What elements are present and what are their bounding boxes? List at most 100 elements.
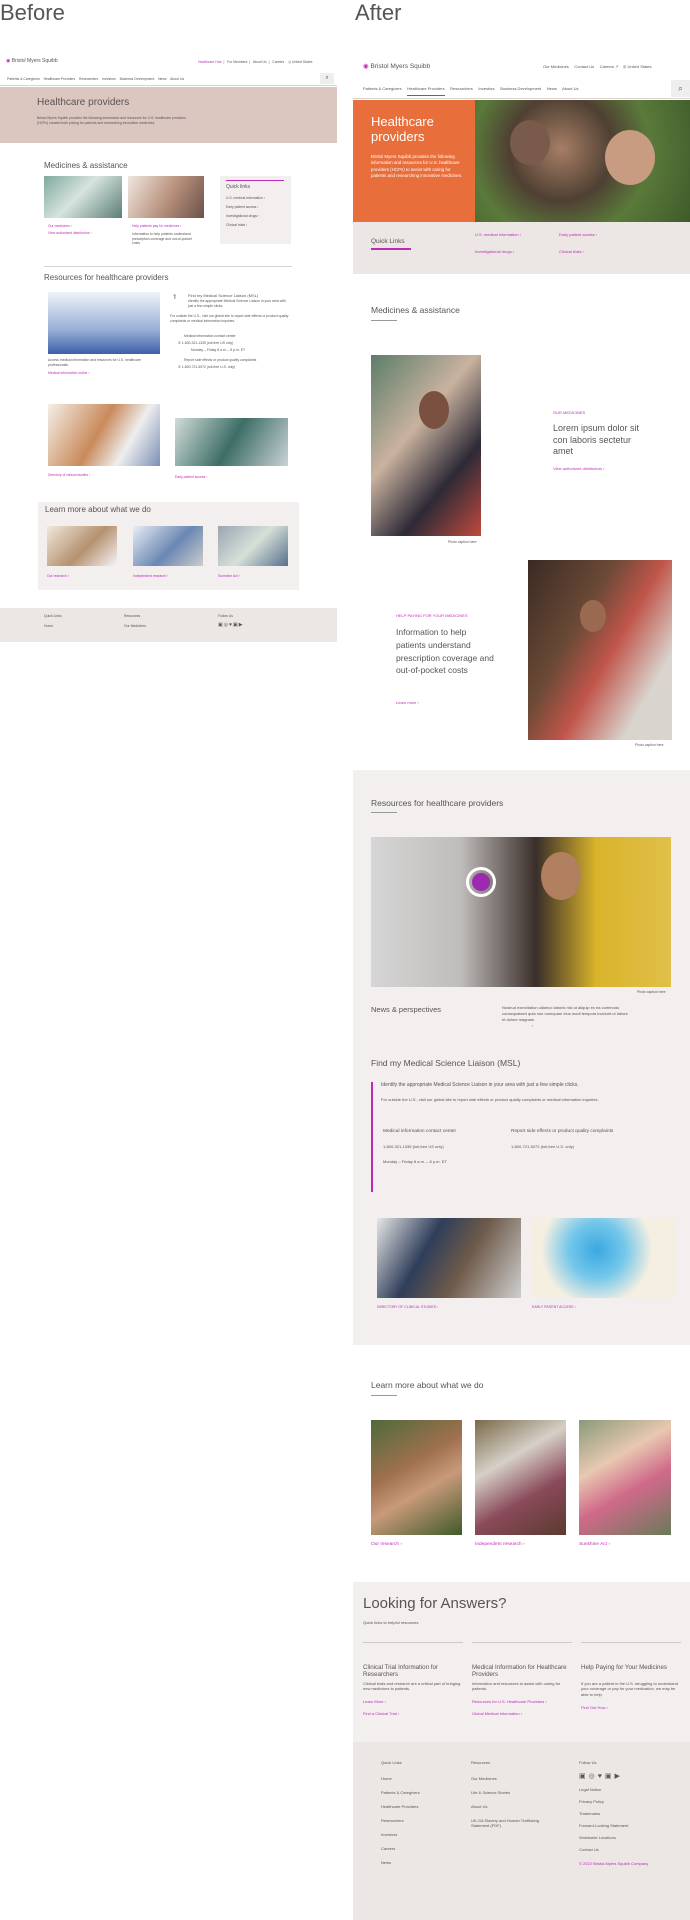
after-util-1[interactable]: Contact Us bbox=[574, 64, 594, 69]
before-util-3[interactable]: Careers bbox=[272, 60, 284, 64]
after-quick-3[interactable]: Clinical trials › bbox=[559, 249, 584, 254]
after-quick-1[interactable]: Early patient access › bbox=[559, 232, 597, 237]
footer-quick-6[interactable]: News bbox=[381, 1860, 391, 1865]
before-quick-0[interactable]: U.S. medical information › bbox=[226, 196, 265, 201]
footer-res-1[interactable]: Life & Science Stories bbox=[471, 1790, 510, 1795]
footer-follow-4[interactable]: Worldwide Locations bbox=[579, 1835, 616, 1840]
phone-icon: ✆ bbox=[178, 341, 181, 345]
answers-1-link-1[interactable]: Global Medical Information › bbox=[472, 1711, 522, 1716]
footer-follow-3[interactable]: Forward-Looking Statement bbox=[579, 1823, 628, 1828]
after-news-text: Nostrud exercitation ullamco laboris nis… bbox=[502, 1005, 628, 1022]
before-early-link[interactable]: Early patient access › bbox=[175, 475, 207, 480]
after-util-2[interactable]: Careers bbox=[600, 64, 614, 69]
after-quick-0[interactable]: U.S. medical information › bbox=[475, 232, 521, 237]
footer-follow-5[interactable]: Contact Us bbox=[579, 1847, 599, 1852]
after-util-3[interactable]: United States bbox=[628, 64, 652, 69]
before-quick-2[interactable]: Investigational drugs › bbox=[226, 214, 259, 219]
external-link-icon: ↗ bbox=[615, 64, 619, 69]
footer-quick-4[interactable]: Investors bbox=[381, 1832, 397, 1837]
before-learn-link-0[interactable]: Our research › bbox=[47, 574, 69, 579]
before-util-4[interactable]: United States bbox=[292, 60, 312, 64]
before-learn-link-2[interactable]: Sunshine Act › bbox=[218, 574, 240, 579]
before-footer-col-0: Quick Links bbox=[44, 614, 62, 618]
footer-quick-5[interactable]: Careers bbox=[381, 1846, 395, 1851]
before-logo[interactable]: Bristol Myers Squibb bbox=[12, 58, 58, 64]
after-learn-link-1[interactable]: Independent research › bbox=[475, 1542, 525, 1548]
before-quick-3[interactable]: Clinical trials › bbox=[226, 223, 247, 228]
footer-quick-3[interactable]: Researchers bbox=[381, 1818, 404, 1823]
after-med2-link[interactable]: Learn more › bbox=[396, 700, 419, 705]
after-nav-1[interactable]: Healthcare Providers bbox=[407, 86, 445, 96]
before-meds-link-1[interactable]: View authorized distributors › bbox=[48, 231, 92, 236]
before-directory-link[interactable]: Directory of clinical studies › bbox=[48, 473, 90, 478]
before-nav-1[interactable]: Healthcare Providers bbox=[44, 77, 76, 81]
before-contact-phone[interactable]: 1-800-321-1335 (toll-free US only) bbox=[182, 341, 233, 345]
footer-quick-2[interactable]: Healthcare Providers bbox=[381, 1804, 418, 1809]
before-nav-4[interactable]: Business Development bbox=[120, 77, 155, 81]
doctor-icon: ⚕ bbox=[173, 294, 177, 301]
after-contact-hours: Monday – Friday 8 a.m. – 8 p.m. ET bbox=[383, 1159, 447, 1164]
after-nav-3[interactable]: Investors bbox=[478, 86, 494, 91]
footer-quick-1[interactable]: Patients & Caregivers bbox=[381, 1790, 420, 1795]
globe-icon: ◎ bbox=[288, 60, 292, 64]
footer-res-0[interactable]: Our Medicines bbox=[471, 1776, 497, 1781]
before-report-phone[interactable]: 1-800-721-5072 (toll-free U.S. only) bbox=[182, 365, 235, 369]
after-nav-6[interactable]: About Us bbox=[562, 86, 578, 91]
before-resources-link[interactable]: Medical information online › bbox=[48, 371, 89, 376]
after-nav-5[interactable]: News bbox=[547, 86, 557, 91]
after-report-phone[interactable]: 1-800-721-5072 (toll-free U.S. only) bbox=[511, 1144, 574, 1149]
after-early-link[interactable]: EARLY PATIENT ACCESS › bbox=[532, 1305, 576, 1310]
before-meds-link-0[interactable]: Our medicines › bbox=[48, 224, 72, 229]
before-footer-item-1[interactable]: Our Medicines bbox=[124, 624, 146, 629]
after-nav-2[interactable]: Researchers bbox=[450, 86, 473, 91]
after-nav-0[interactable]: Patients & Caregivers bbox=[363, 86, 402, 91]
before-learn-link-1[interactable]: Independent research › bbox=[133, 574, 168, 579]
after-med2-eyebrow: HELP PAYING FOR YOUR MEDICINES bbox=[396, 613, 468, 618]
answers-1-link-0[interactable]: Resources for U.S. Healthcare Providers … bbox=[472, 1699, 547, 1704]
after-nav-4[interactable]: Business Development bbox=[500, 86, 541, 91]
lab-photo bbox=[44, 176, 122, 218]
before-meds-link-2[interactable]: Help patients pay for medicines › bbox=[132, 224, 181, 229]
sunshine-photo bbox=[218, 526, 288, 566]
after-util-0[interactable]: Our Medicines bbox=[543, 64, 569, 69]
after-learn-link-0[interactable]: Our research › bbox=[371, 1542, 402, 1548]
footer-follow-2[interactable]: Trademarks bbox=[579, 1811, 600, 1816]
footer-follow-1[interactable]: Privacy Policy bbox=[579, 1799, 604, 1804]
after-contact-phone[interactable]: 1-800-321-1335 (toll-free US only) bbox=[383, 1144, 444, 1149]
after-med1-link[interactable]: View authorized distributors › bbox=[553, 466, 605, 471]
before-util-2[interactable]: About Us bbox=[253, 60, 267, 64]
answers-0-link-1[interactable]: Find a Clinical Trial › bbox=[363, 1711, 399, 1716]
before-quick-1[interactable]: Early patient access › bbox=[226, 205, 258, 210]
before-util-1[interactable]: For Members bbox=[227, 60, 247, 64]
meeting-photo bbox=[175, 418, 288, 466]
before-nav-6[interactable]: About Us bbox=[170, 77, 184, 81]
after-directory-link[interactable]: DIRECTORY OF CLINICAL STUDIES › bbox=[377, 1305, 438, 1310]
before-resources-title: Resources for healthcare providers bbox=[44, 273, 169, 282]
after-learn-link-2[interactable]: Sunshine Act › bbox=[579, 1542, 610, 1548]
after-resources-title: Resources for healthcare providers bbox=[371, 798, 504, 808]
before-nav-5[interactable]: News bbox=[158, 77, 166, 81]
social-icons[interactable]: ▣◎♥▣▶ bbox=[218, 622, 244, 628]
social-icons[interactable]: ▣◎♥▣▶ bbox=[579, 1772, 623, 1780]
footer-follow-0[interactable]: Legal Notice bbox=[579, 1787, 601, 1792]
footer-res-3[interactable]: UK-GA Slavery and Human Trafficking Stat… bbox=[471, 1818, 541, 1829]
after-hero-title: Healthcare providers bbox=[371, 114, 434, 144]
footer-res-2[interactable]: About Us bbox=[471, 1804, 487, 1809]
after-news-link[interactable]: › bbox=[532, 1023, 533, 1028]
after-quick-2[interactable]: Investigational drugs › bbox=[475, 249, 514, 254]
answers-2-link-0[interactable]: Find Out How › bbox=[581, 1705, 608, 1710]
after-learn-title: Learn more about what we do bbox=[371, 1380, 484, 1390]
before-footer-item-0[interactable]: Home bbox=[44, 624, 53, 629]
search-icon[interactable]: ⌕ bbox=[671, 80, 690, 97]
before-footer-col-1: Resources bbox=[124, 614, 141, 618]
answers-0-link-0[interactable]: Learn More › bbox=[363, 1699, 386, 1704]
search-icon[interactable]: ⌕ bbox=[320, 73, 334, 84]
footer-quick-0[interactable]: Home bbox=[381, 1776, 392, 1781]
before-page: ◉ Bristol Myers Squibb Healthcare Hub | … bbox=[0, 52, 337, 642]
before-nav-2[interactable]: Researchers bbox=[79, 77, 98, 81]
before-nav-0[interactable]: Patients & Caregivers bbox=[7, 77, 40, 81]
after-logo[interactable]: Bristol Myers Squibb bbox=[370, 63, 430, 70]
before-nav-3[interactable]: Investors bbox=[102, 77, 116, 81]
answers-0-text: Clinical trials and research are a criti… bbox=[363, 1681, 461, 1692]
before-util-0[interactable]: Healthcare Hub bbox=[198, 60, 222, 64]
